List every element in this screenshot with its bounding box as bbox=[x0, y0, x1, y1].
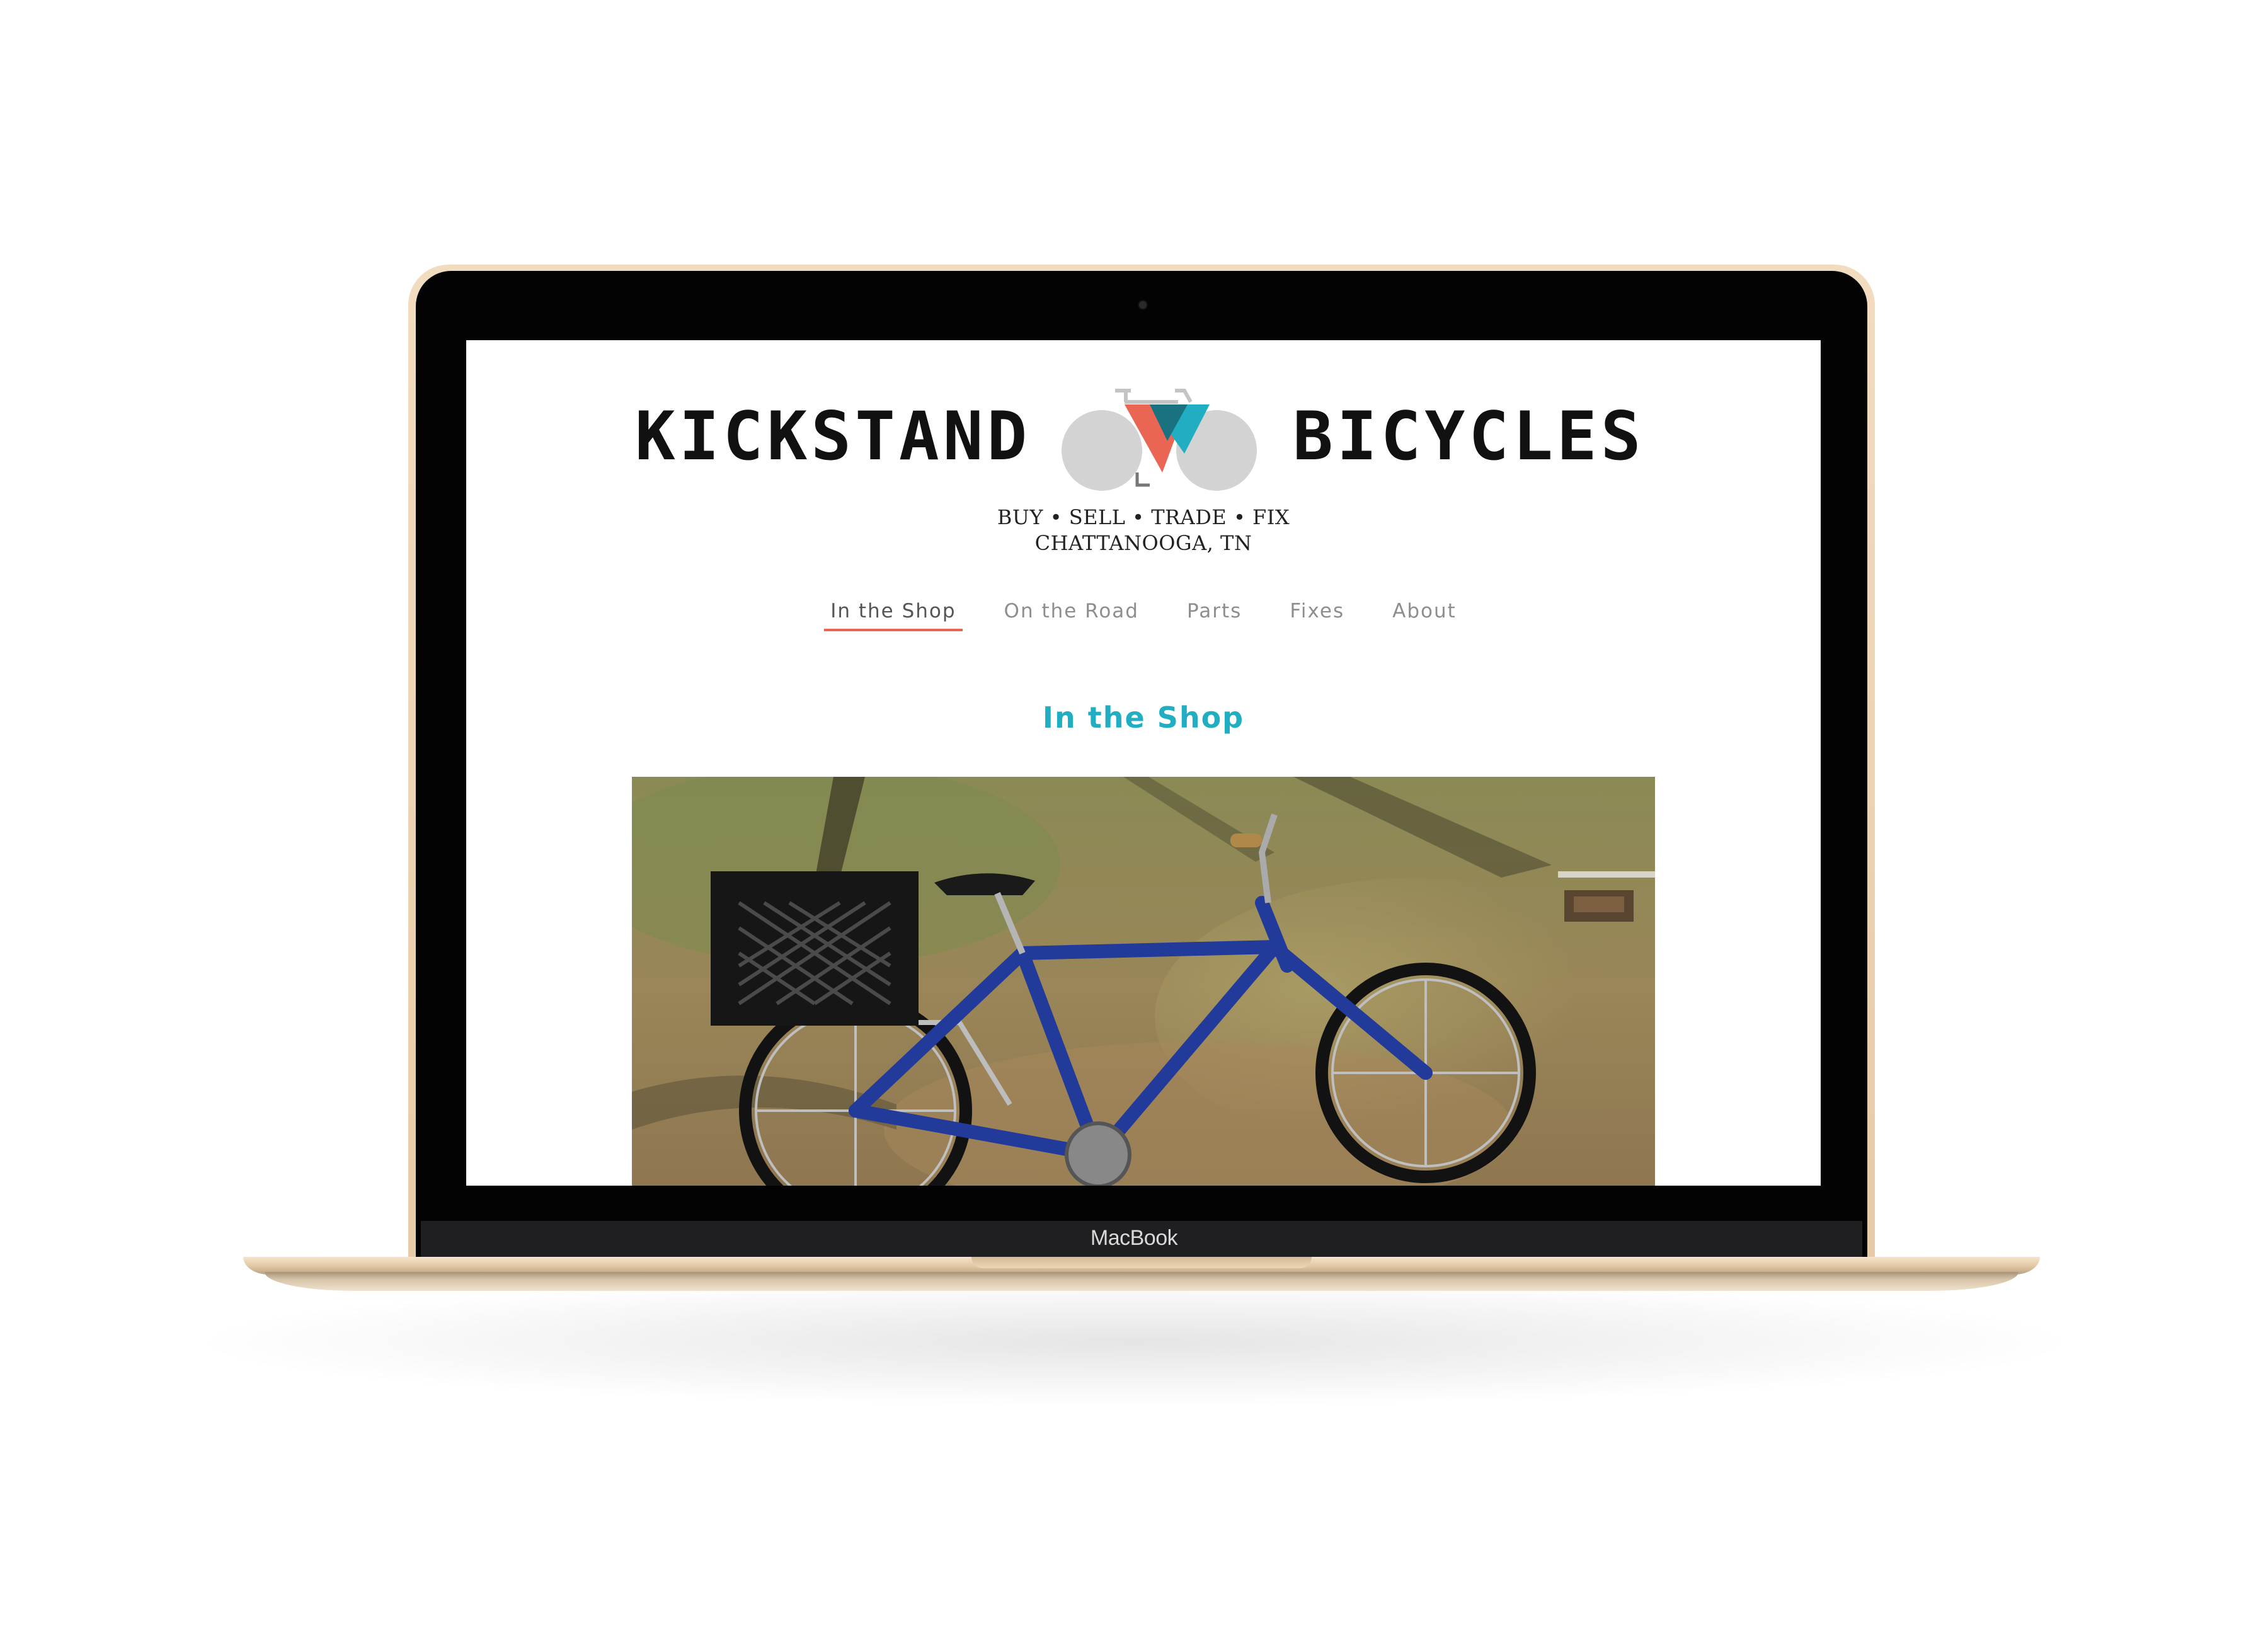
nav-item-about[interactable]: About bbox=[1386, 600, 1463, 631]
nav-item-on-the-road[interactable]: On the Road bbox=[998, 600, 1145, 631]
device-label: MacBook bbox=[1090, 1226, 1178, 1250]
nav-item-in-the-shop[interactable]: In the Shop bbox=[824, 600, 963, 631]
main-nav: In the Shop On the Road Parts Fixes Abou… bbox=[466, 600, 1821, 631]
bicycle-photo-image bbox=[632, 777, 1655, 1186]
bicycle-photo[interactable] bbox=[632, 777, 1655, 1186]
nav-item-parts[interactable]: Parts bbox=[1181, 600, 1248, 631]
location-text: CHATTANOOGA, TN bbox=[1034, 531, 1252, 555]
camera-icon bbox=[1138, 300, 1148, 310]
laptop-shadow bbox=[208, 1279, 2060, 1405]
nav-item-fixes[interactable]: Fixes bbox=[1283, 600, 1351, 631]
lid-notch bbox=[971, 1257, 1312, 1268]
logo-word-right[interactable]: BICYCLES bbox=[1293, 403, 1645, 470]
tagline: BUY • SELL • TRADE • FIX bbox=[997, 505, 1290, 529]
bicycle-logo-icon[interactable] bbox=[1055, 365, 1263, 491]
laptop-base-edge bbox=[265, 1272, 2019, 1291]
page-title: In the Shop bbox=[1042, 701, 1245, 735]
logo-word-left[interactable]: KICKSTAND bbox=[635, 403, 1031, 470]
browser-viewport: KICKSTAND BICYCLES BUY • SELL • TRADE • … bbox=[466, 340, 1821, 1186]
